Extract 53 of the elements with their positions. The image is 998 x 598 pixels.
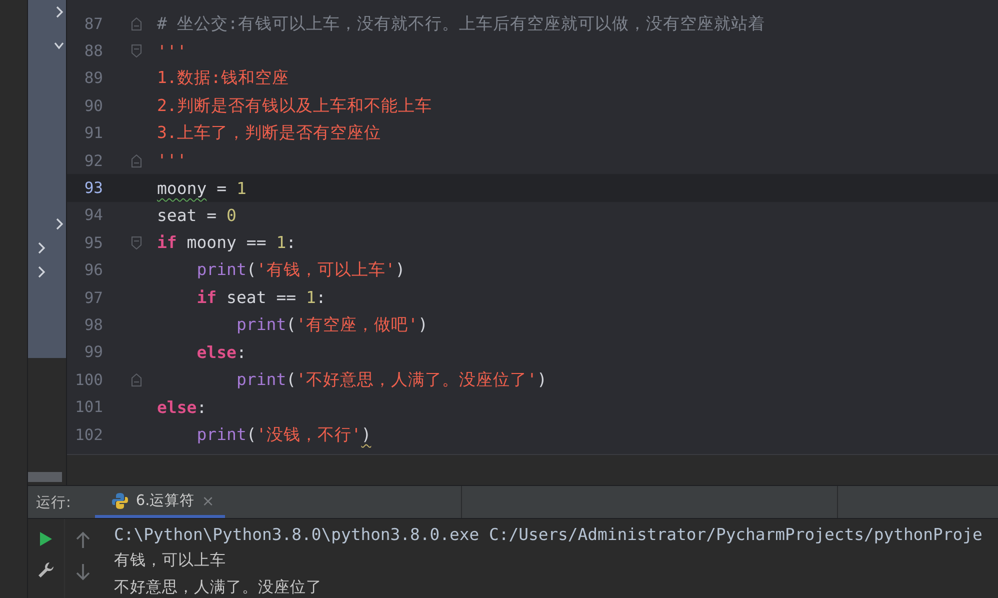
line-number: 101 <box>74 398 103 416</box>
fold-icon[interactable] <box>130 372 142 387</box>
code-line: print('有钱，可以上车') <box>196 259 406 282</box>
chevron-icon[interactable] <box>54 6 64 18</box>
line-number: 97 <box>83 288 103 307</box>
fold-icon[interactable] <box>130 44 142 58</box>
wrench-icon[interactable] <box>37 561 55 579</box>
code-line: 1.数据:钱和空座 <box>157 67 289 90</box>
run-tab[interactable]: 6.运算符 × <box>94 486 225 518</box>
up-arrow-icon[interactable] <box>76 531 90 549</box>
code-line: 2.判断是否有钱以及上车和不能上车 <box>157 94 432 117</box>
fold-icon[interactable] <box>130 236 142 250</box>
line-number: 102 <box>74 426 103 444</box>
console-line: C:\Python\Python3.8.0\python3.8.0.exe C:/Users/Administrator/PycharmProjects/pythonProje <box>114 525 984 544</box>
line-number: 92 <box>83 152 103 170</box>
down-arrow-icon[interactable] <box>76 563 90 581</box>
line-number: 99 <box>83 343 103 362</box>
line-number: 93 <box>83 179 103 198</box>
run-icon[interactable] <box>39 531 53 547</box>
chevron-icon[interactable] <box>36 242 46 254</box>
scrollbar-thumb[interactable] <box>28 472 62 482</box>
fold-icon[interactable] <box>130 154 142 168</box>
line-number: 95 <box>83 234 103 252</box>
chevron-icon[interactable] <box>54 40 64 52</box>
console-line: 不好意思，人满了。没座位了 <box>114 577 323 598</box>
line-number: 91 <box>83 124 103 142</box>
code-line: if moony == 1: <box>157 233 296 252</box>
line-number: 87 <box>83 14 103 33</box>
code-line: if seat == 1: <box>196 288 326 308</box>
python-icon <box>110 492 129 510</box>
console-line: 有钱，可以上车 <box>114 550 227 571</box>
line-number: 98 <box>83 316 103 334</box>
code-line: moony = 1 <box>157 178 246 198</box>
fold-icon[interactable] <box>130 16 142 31</box>
line-number: 89 <box>83 69 103 88</box>
code-line: seat = 0 <box>157 206 236 225</box>
code-line: else: <box>157 398 207 417</box>
chevron-icon[interactable] <box>54 218 64 230</box>
code-line: print('没钱，不行') <box>196 424 372 446</box>
code-line: 3.上车了，判断是否有空座位 <box>157 122 381 144</box>
code-line: ''' <box>157 151 187 170</box>
line-number: 88 <box>83 42 103 60</box>
panel-label: 运行: <box>35 494 72 512</box>
chevron-icon[interactable] <box>36 266 46 278</box>
code-line: print('有空座，做吧') <box>235 314 428 336</box>
code-line: print('不好意思，人满了。没座位了') <box>235 368 547 391</box>
line-number: 94 <box>83 206 103 224</box>
code-line: # 坐公交:有钱可以上车，没有就不行。上车后有空座就可以做，没有空座就站着 <box>157 12 765 35</box>
code-line: else: <box>196 342 246 362</box>
code-line: ''' <box>157 42 187 61</box>
line-number: 96 <box>83 261 103 280</box>
line-number: 90 <box>83 96 103 115</box>
line-number: 100 <box>74 370 103 389</box>
